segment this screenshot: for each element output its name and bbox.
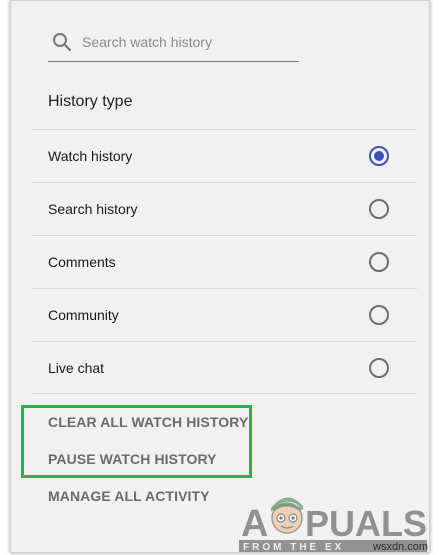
history-type-list: Watch history Search history Comments Co… [32, 129, 417, 394]
svg-text:PUALS: PUALS [305, 503, 427, 544]
section-title: History type [48, 93, 133, 110]
option-label: Live chat [48, 359, 105, 376]
svg-text:wsxdn.com: wsxdn.com [372, 541, 428, 552]
history-option-live-chat[interactable]: Live chat [32, 341, 417, 394]
svg-text:A: A [241, 503, 268, 545]
history-option-search[interactable]: Search history [32, 182, 417, 235]
radio-button-selected[interactable] [369, 146, 389, 166]
option-label: Watch history [48, 148, 133, 164]
history-option-watch[interactable]: Watch history [32, 129, 417, 182]
option-label: Comments [48, 254, 116, 270]
radio-button[interactable] [369, 357, 389, 378]
appuals-watermark-logo: A PUALS FROM THE EX wsxdn.com [239, 497, 428, 552]
search-bar[interactable] [48, 23, 299, 62]
history-option-comments[interactable]: Comments [32, 235, 417, 288]
search-input[interactable] [82, 34, 282, 50]
radio-button[interactable] [369, 252, 389, 272]
history-option-community[interactable]: Community [32, 288, 417, 341]
clear-all-watch-history-button[interactable]: CLEAR ALL WATCH HISTORY [48, 414, 248, 430]
manage-all-activity-button[interactable]: MANAGE ALL ACTIVITY [48, 488, 210, 504]
pause-watch-history-button[interactable]: PAUSE WATCH HISTORY [48, 451, 217, 467]
radio-button[interactable] [369, 305, 389, 325]
radio-button[interactable] [369, 199, 389, 219]
svg-text:FROM THE EX: FROM THE EX [243, 542, 344, 552]
history-settings-panel: History type Watch history Search histor… [10, 0, 430, 553]
search-icon[interactable] [50, 30, 74, 54]
option-label: Community [48, 307, 119, 323]
option-label: Search history [48, 201, 138, 217]
